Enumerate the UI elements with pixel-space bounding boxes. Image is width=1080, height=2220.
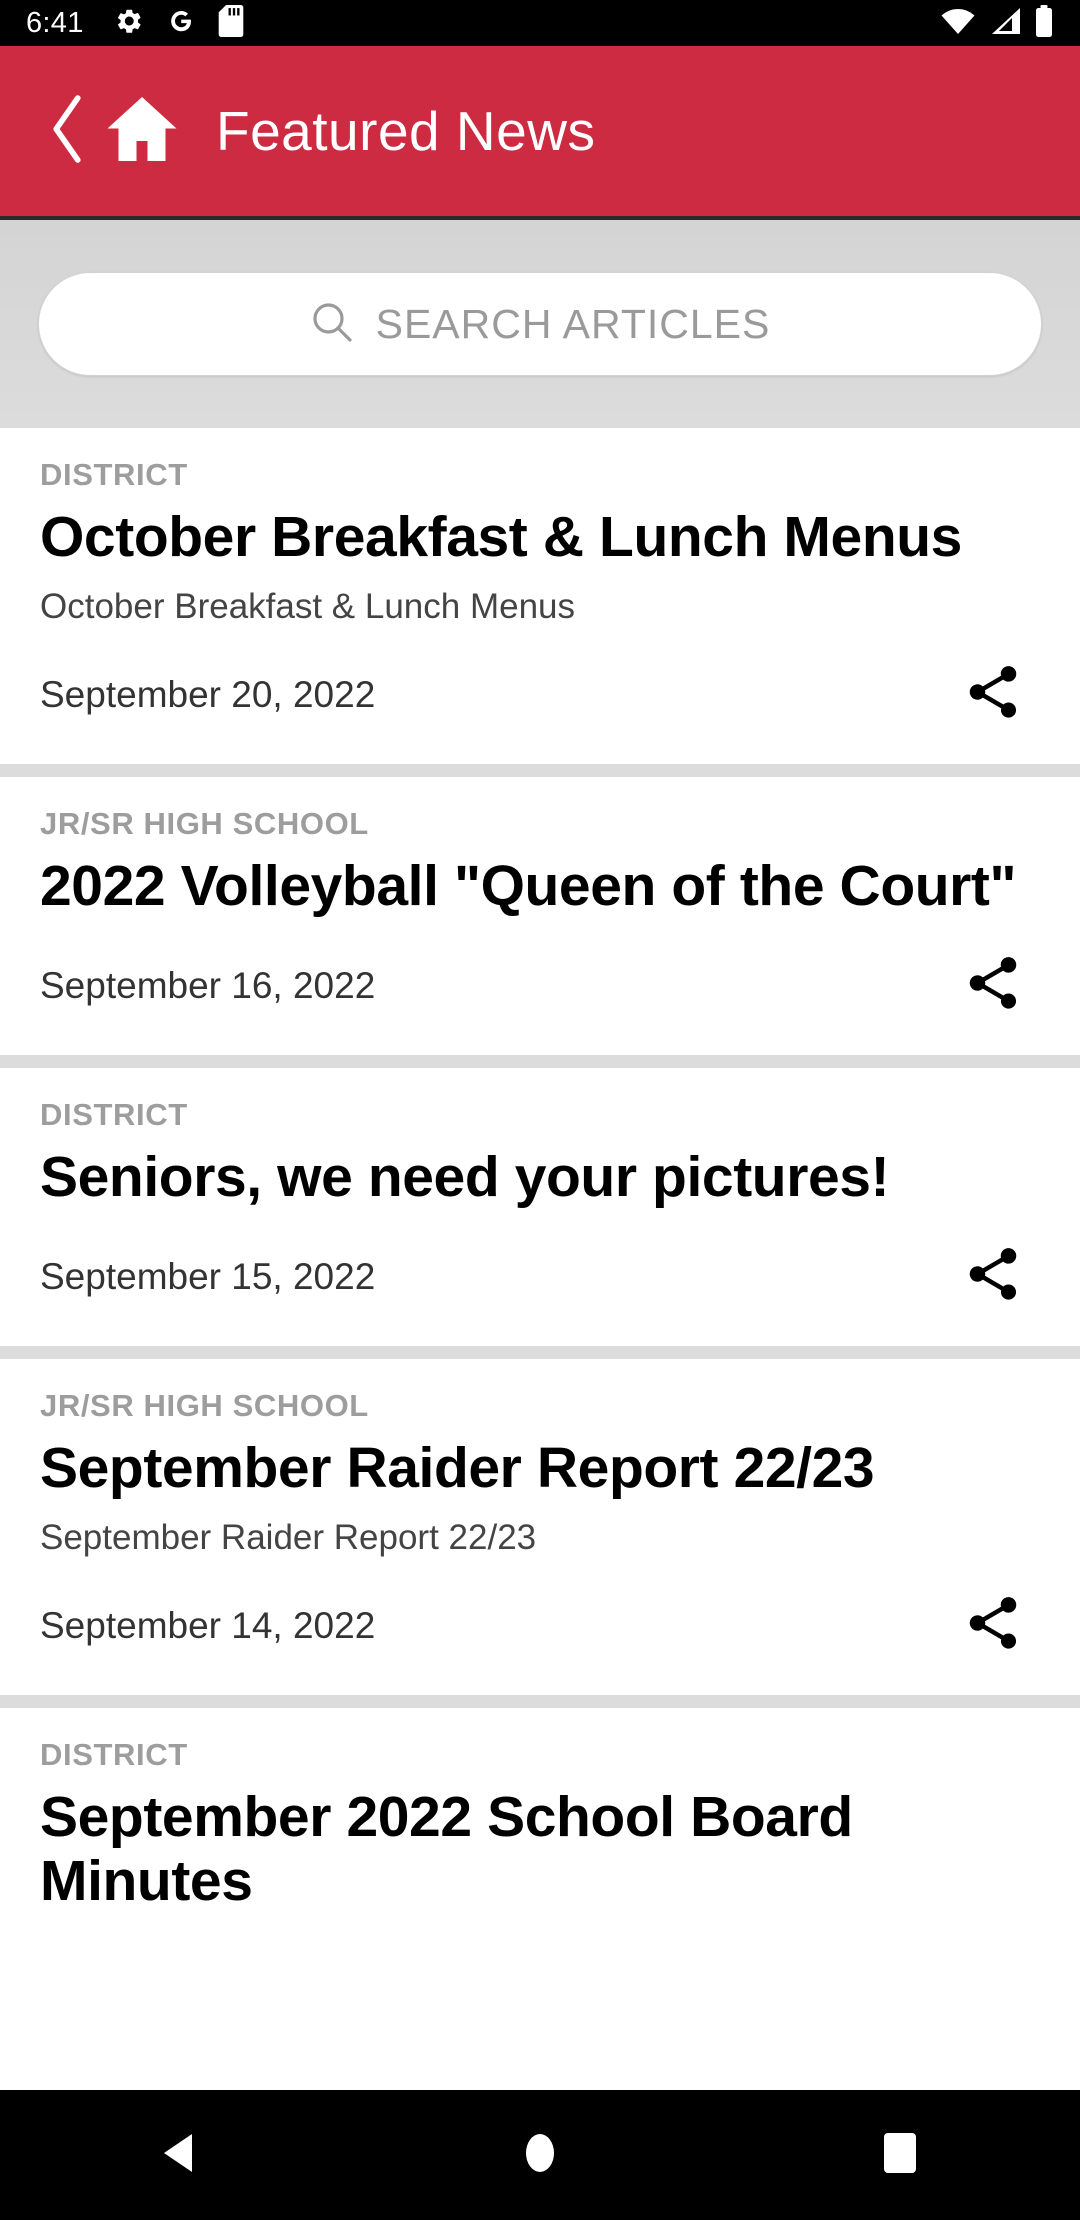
status-clock: 6:41 [26, 6, 84, 39]
news-card[interactable]: DISTRICT September 2022 School Board Minu… [0, 1707, 1080, 1914]
app-header: Featured News [0, 46, 1080, 220]
status-bar-left-icons [114, 4, 244, 42]
news-card[interactable]: DISTRICT October Breakfast & Lunch Menus O… [0, 428, 1080, 764]
news-card-subtitle: September Raider Report 22/23 [40, 1517, 537, 1557]
share-icon [962, 1592, 1024, 1659]
nav-recents-button[interactable] [835, 2090, 965, 2220]
news-card-date: September 20, 2022 [40, 673, 376, 715]
news-card-title: September 2022 School Board Minutes [40, 1784, 853, 1913]
news-list: DISTRICT October Breakfast & Lunch Menus O… [0, 428, 1080, 1914]
news-card-separator [0, 1345, 1080, 1359]
wifi-icon [940, 7, 976, 40]
sd-card-icon [218, 4, 244, 42]
search-input[interactable]: SEARCH ARTICLES [38, 272, 1042, 376]
share-button[interactable] [954, 1238, 1032, 1316]
home-icon [105, 94, 179, 169]
news-card-footer: September 16, 2022 [40, 947, 1040, 1055]
news-card-footer: September 14, 2022 [40, 1587, 1040, 1695]
share-icon [962, 952, 1024, 1019]
news-scroll-region[interactable]: DISTRICT October Breakfast & Lunch Menus O… [0, 428, 1080, 2040]
share-button[interactable] [954, 656, 1032, 734]
search-placeholder: SEARCH ARTICLES [375, 300, 771, 347]
news-card[interactable]: JR/SR HIGH SCHOOL 2022 Volleyball "Queen … [0, 776, 1080, 1055]
status-bar: 6:41 [0, 0, 1080, 46]
news-card-category: DISTRICT [40, 1736, 188, 1772]
back-button[interactable] [44, 94, 90, 169]
share-button[interactable] [954, 1587, 1032, 1665]
news-card-footer: September 15, 2022 [40, 1238, 1040, 1346]
news-card-category: DISTRICT [40, 457, 188, 492]
news-card-date: September 14, 2022 [40, 1604, 376, 1646]
share-icon [962, 661, 1024, 728]
search-area: SEARCH ARTICLES [0, 220, 1080, 428]
news-card-category: JR/SR HIGH SCHOOL [40, 1387, 369, 1423]
nav-home-button[interactable] [475, 2090, 605, 2220]
settings-gear-icon [114, 6, 144, 41]
back-triangle-icon [160, 2132, 200, 2179]
news-card-date: September 15, 2022 [40, 1255, 376, 1297]
google-g-icon [166, 6, 196, 41]
nav-back-button[interactable] [115, 2090, 245, 2220]
news-card-title: 2022 Volleyball "Queen of the Court" [40, 854, 1017, 919]
news-card-footer: September 20, 2022 [40, 656, 1040, 764]
news-card[interactable]: JR/SR HIGH SCHOOL September Raider Report… [0, 1358, 1080, 1695]
news-card[interactable]: DISTRICT Seniors, we need your pictures! S… [0, 1067, 1080, 1346]
share-icon [962, 1243, 1024, 1310]
news-card-separator [0, 1054, 1080, 1068]
status-bar-right-icons [940, 4, 1054, 42]
battery-icon [1034, 4, 1054, 42]
share-button[interactable] [954, 947, 1032, 1025]
news-card-date: September 16, 2022 [40, 964, 376, 1006]
home-circle-icon [522, 2130, 558, 2181]
news-card-category: DISTRICT [40, 1096, 188, 1132]
cellular-signal-icon [988, 7, 1022, 40]
news-card-subtitle: October Breakfast & Lunch Menus [40, 586, 575, 626]
news-card-category: JR/SR HIGH SCHOOL [40, 805, 369, 841]
news-card-title: Seniors, we need your pictures! [40, 1144, 890, 1209]
page-title: Featured News [216, 100, 596, 162]
recents-square-icon [881, 2130, 919, 2181]
home-button[interactable] [104, 95, 180, 167]
news-card-title: October Breakfast & Lunch Menus [40, 505, 962, 570]
news-card-title: September Raider Report 22/23 [40, 1435, 875, 1500]
chevron-left-icon [47, 94, 87, 169]
search-icon [310, 300, 354, 349]
news-card-separator [0, 1694, 1080, 1708]
news-card-separator [0, 763, 1080, 777]
android-navigation-bar [0, 2090, 1080, 2220]
